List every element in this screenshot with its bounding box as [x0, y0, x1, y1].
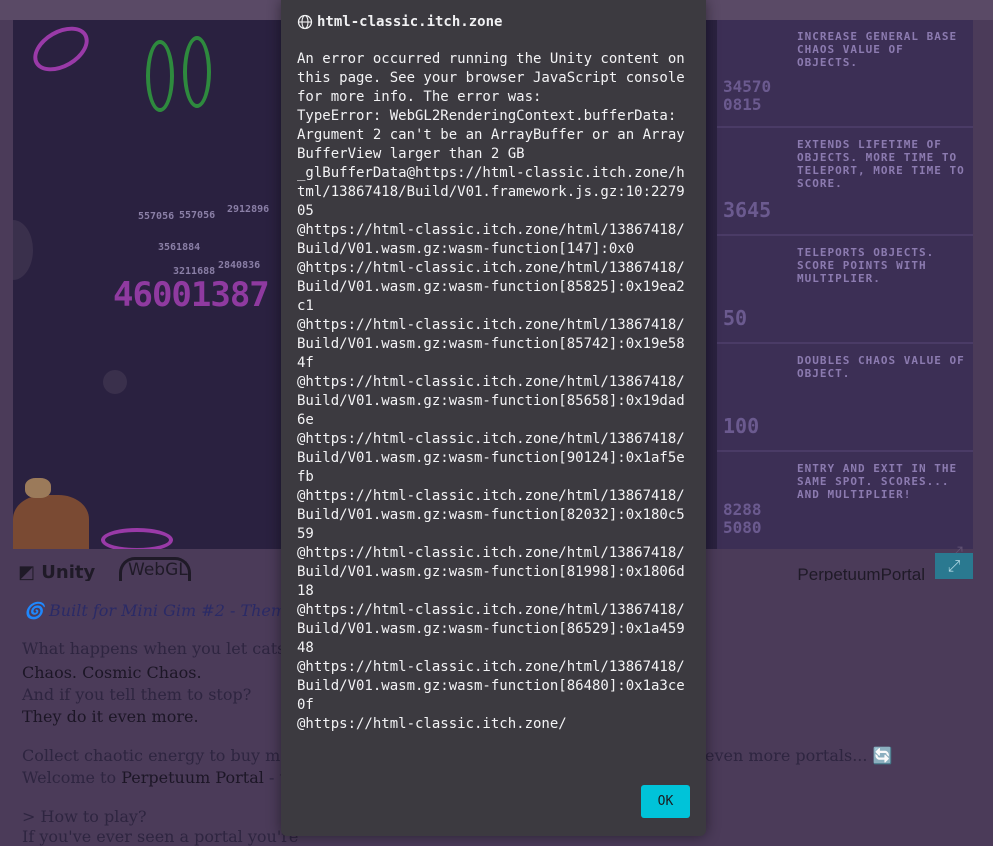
upgrade-description: ENTRY AND EXIT IN THE SAME SPOT. SCORES.… [797, 462, 958, 501]
upgrade-card[interactable]: ENTRY AND EXIT IN THE SAME SPOT. SCORES.… [717, 452, 973, 549]
webgl-logo: WebGL [119, 557, 191, 581]
globe-icon [297, 14, 313, 30]
desc-text-emphasis: Perpetuum Portal [121, 768, 264, 787]
score-pop: 557056 [179, 210, 216, 221]
upgrade-description: DOUBLES CHAOS VALUE OF OBJECT. [797, 354, 965, 380]
desc-line: If you've ever seen a portal you're [22, 827, 299, 846]
desc-line: Welcome to Perpetuum Portal - th [22, 768, 296, 787]
upgrade-cost: 50 [723, 306, 748, 330]
upgrade-cost: 3645 [723, 198, 772, 222]
upgrade-description: TELEPORTS OBJECTS. SCORE POINTS WITH MUL… [797, 246, 935, 285]
unity-label: Unity [41, 562, 96, 583]
unity-cube-icon: ◩ [18, 562, 42, 583]
desc-line: And if you tell them to stop? [22, 685, 252, 704]
desc-line: Chaos. Cosmic Chaos. [22, 663, 202, 682]
unity-logo: ◩ Unity [18, 562, 95, 583]
desc-line: Collect chaotic energy to buy more p [22, 746, 323, 765]
desc-line: What happens when you let cats p [22, 639, 301, 658]
score-pop: 2912896 [227, 204, 270, 215]
planet-small [103, 370, 127, 394]
score-pop: 3561884 [158, 242, 201, 253]
combo-score: 46001387 [113, 275, 270, 315]
cat-sprite [25, 478, 51, 498]
cyclone-icon: 🌀 [24, 601, 50, 620]
alert-dialog: html-classic.itch.zone An error occurred… [281, 0, 706, 836]
portal-green-2 [183, 36, 211, 108]
fullscreen-icon: ⤢ [947, 556, 961, 575]
dialog-host: html-classic.itch.zone [317, 14, 503, 30]
ok-button[interactable]: OK [641, 785, 690, 818]
fullscreen-button[interactable]: ⤢ [935, 553, 973, 579]
built-for-text: Built for Mini Gim #2 - Theme: [49, 601, 301, 620]
desc-line: > How to play? [22, 807, 147, 826]
portal-green-1 [146, 40, 174, 112]
built-for-line: 🌀 Built for Mini Gim #2 - Theme: [24, 601, 301, 620]
dialog-message: An error occurred running the Unity cont… [297, 51, 685, 732]
portal-pink-bottom [101, 528, 173, 549]
desc-text: Welcome to [22, 768, 122, 787]
score-pop: 2840836 [218, 260, 261, 271]
desc-line: They do it even more. [22, 707, 199, 726]
score-pop: 557056 [138, 211, 175, 222]
upgrade-cost: 8288 5080 [723, 500, 762, 537]
portal-pink-topleft [25, 20, 97, 81]
upgrade-cost: 100 [723, 414, 760, 438]
upgrade-card[interactable]: DOUBLES CHAOS VALUE OF OBJECT. 100 [717, 344, 973, 452]
upgrade-panel-column: INCREASE GENERAL BASE CHAOS VALUE OF OBJ… [717, 20, 973, 549]
desc-line: even more portals... 🔄 [705, 746, 893, 765]
upgrade-description: INCREASE GENERAL BASE CHAOS VALUE OF OBJ… [797, 30, 958, 69]
upgrade-card[interactable]: TELEPORTS OBJECTS. SCORE POINTS WITH MUL… [717, 236, 973, 344]
cat-table [13, 495, 89, 549]
upgrade-cost: 34570 0815 [723, 77, 772, 114]
planet-left [13, 220, 33, 280]
dialog-header: html-classic.itch.zone [297, 12, 502, 32]
upgrade-card[interactable]: INCREASE GENERAL BASE CHAOS VALUE OF OBJ… [717, 20, 973, 128]
upgrade-description: EXTENDS LIFETIME OF OBJECTS. MORE TIME T… [797, 138, 965, 190]
upgrade-card[interactable]: EXTENDS LIFETIME OF OBJECTS. MORE TIME T… [717, 128, 973, 236]
